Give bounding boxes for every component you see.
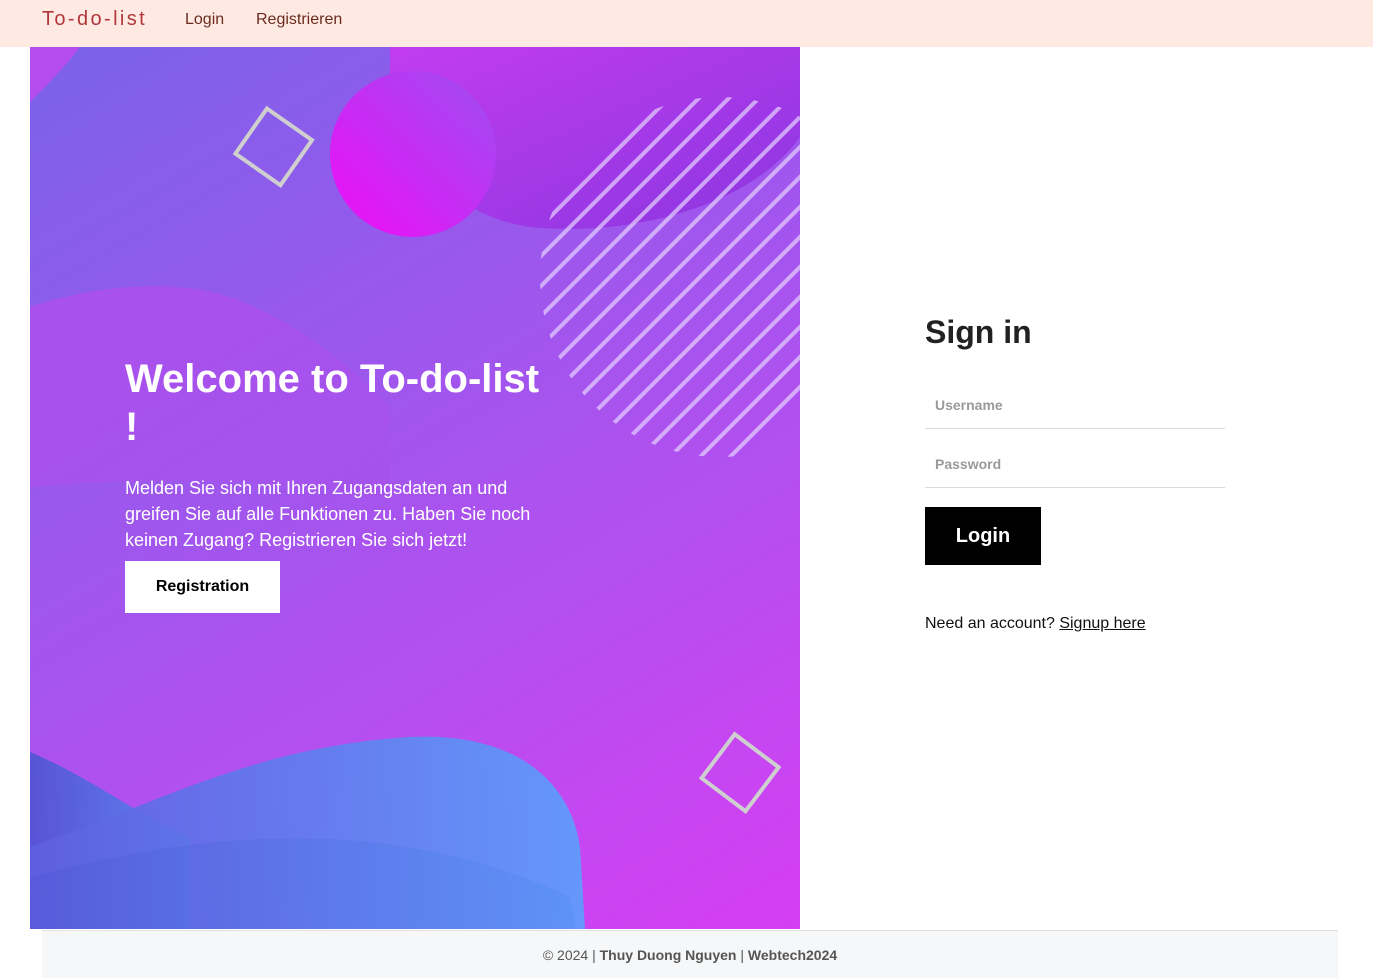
password-input[interactable]	[925, 441, 1225, 488]
signup-link[interactable]: Signup here	[1059, 615, 1145, 632]
nav-link-register[interactable]: Registrieren	[256, 11, 342, 29]
footer: © 2024 | Thuy Duong Nguyen | Webtech2024	[42, 930, 1338, 978]
signin-form: Sign in Login Need an account? Signup he…	[925, 310, 1225, 632]
account-prompt-text: Need an account?	[925, 615, 1055, 632]
signup-prompt: Need an account? Signup here	[925, 615, 1146, 633]
nav-link-login[interactable]: Login	[185, 11, 224, 29]
square-outline-top	[232, 105, 315, 188]
brand-logo[interactable]: To-do-list	[42, 8, 147, 31]
hero-text: Melden Sie sich mit Ihren Zugangsdaten a…	[125, 478, 531, 550]
username-input[interactable]	[925, 382, 1225, 429]
navbar: To-do-list Login Registrieren	[0, 0, 1373, 47]
hero-content: Welcome to To-do-list ! Melden Sie sich …	[125, 355, 555, 553]
square-outline-bottom	[698, 731, 782, 815]
footer-author: Thuy Duong Nguyen	[599, 946, 737, 963]
signin-title: Sign in	[925, 314, 1032, 350]
footer-separator: |	[740, 946, 745, 963]
footer-copyright: © 2024 |	[542, 946, 596, 963]
hero-title: Welcome to To-do-list !	[125, 357, 540, 449]
circle-shape	[330, 71, 496, 237]
footer-project: Webtech2024	[747, 946, 838, 963]
hero-panel: Welcome to To-do-list ! Melden Sie sich …	[30, 47, 800, 929]
blob-top-left	[30, 47, 80, 102]
registration-button[interactable]: Registration	[125, 561, 280, 613]
login-button[interactable]: Login	[925, 507, 1041, 565]
